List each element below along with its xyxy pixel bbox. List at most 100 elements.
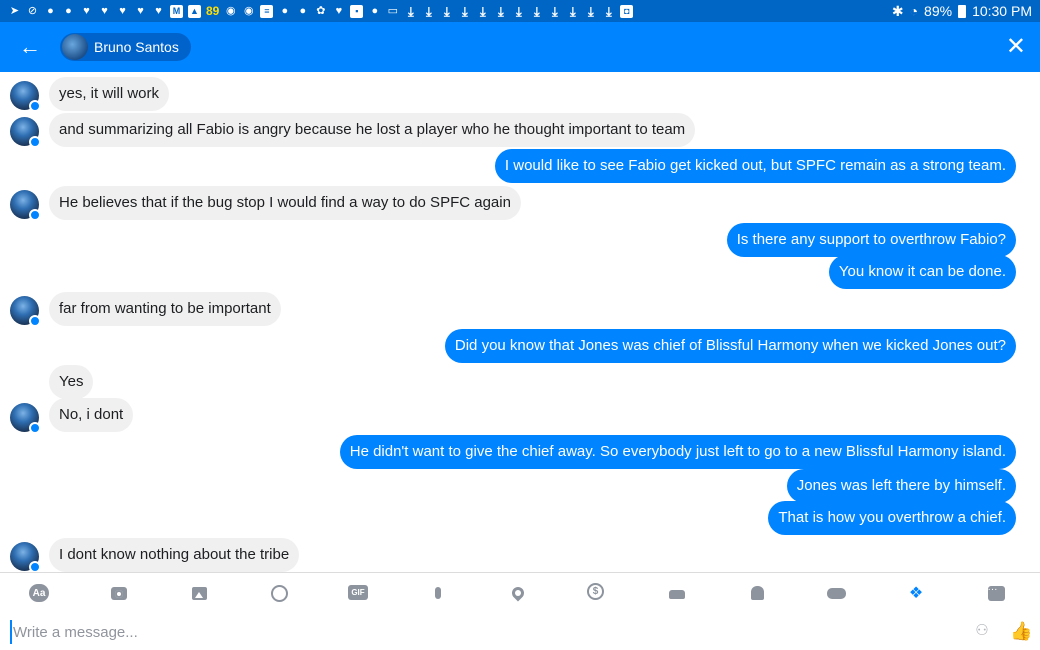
- wifi-icon: ◔: [909, 3, 919, 19]
- microphone-icon: [435, 587, 441, 599]
- avatar[interactable]: [10, 117, 41, 148]
- download-icon: ⤓: [551, 4, 558, 18]
- battery-percent: 89%: [924, 3, 953, 19]
- gif-icon[interactable]: GIF: [348, 585, 368, 600]
- camera-icon: [111, 586, 127, 600]
- image-icon: [191, 586, 207, 600]
- microphone-button[interactable]: [428, 583, 448, 603]
- incoming-message[interactable]: far from wanting to be important: [49, 292, 281, 326]
- location-icon: [509, 584, 527, 602]
- games-button[interactable]: [826, 583, 846, 603]
- image-button[interactable]: [189, 583, 209, 603]
- messenger-badge-icon: [29, 136, 41, 148]
- outgoing-message[interactable]: He didn't want to give the chief away. S…: [339, 435, 1016, 469]
- download-icon: ⤓: [479, 4, 486, 18]
- camera-notification-icon: ◘: [620, 4, 634, 18]
- incoming-message[interactable]: He believes that if the bug stop I would…: [49, 186, 521, 220]
- avatar[interactable]: [10, 542, 41, 572]
- outgoing-message[interactable]: That is how you overthrow a chief.: [768, 501, 1016, 535]
- messenger-badge-icon: [29, 422, 41, 434]
- avatar[interactable]: [10, 403, 41, 434]
- emoji-button[interactable]: [269, 583, 289, 603]
- chat-header: ← Bruno Santos ✕: [0, 22, 1040, 72]
- avatar[interactable]: [10, 81, 41, 112]
- chrome-icon: ◉: [226, 4, 236, 17]
- gallery-icon: ▲: [188, 4, 201, 18]
- close-button[interactable]: ✕: [1006, 34, 1026, 60]
- twitter-icon: ♥: [335, 4, 343, 17]
- incoming-message[interactable]: I dont know nothing about the tribe: [49, 538, 300, 572]
- more-icon: ···: [987, 584, 1005, 601]
- emoji-options-icon[interactable]: ⚇: [972, 621, 992, 641]
- like-icon[interactable]: 👍: [1010, 621, 1032, 641]
- message-list[interactable]: yes, it will work and summarizing all Fa…: [0, 72, 1040, 572]
- ride-icon: [669, 590, 685, 599]
- messenger-badge-icon: [29, 209, 41, 221]
- download-icon: ⤓: [443, 4, 450, 18]
- contact-avatar: [62, 34, 88, 60]
- download-icon: ⤓: [569, 4, 576, 18]
- download-icon: ⤓: [425, 4, 432, 18]
- twitter-icon: ♥: [155, 4, 162, 17]
- location-button[interactable]: [508, 583, 528, 603]
- download-icon: ⤓: [407, 4, 414, 18]
- download-icon: ⤓: [515, 4, 522, 18]
- navigation-icon: ➤: [9, 4, 20, 17]
- outgoing-message[interactable]: Did you know that Jones was chief of Bli…: [444, 329, 1016, 363]
- messenger-badge-icon: [29, 561, 41, 572]
- system-status: ✱ ◔ 89% 10:30 PM: [892, 3, 1032, 20]
- messenger-badge-icon: [29, 100, 41, 112]
- download-icon: ⤓: [533, 4, 540, 18]
- twitter-icon: ♥: [137, 4, 144, 17]
- incoming-message[interactable]: Yes: [49, 365, 94, 399]
- notification-count: 89: [206, 4, 220, 18]
- avatar[interactable]: [10, 296, 41, 327]
- notification-icons: ➤ ⊘ ● ● ♥ ♥ ♥ ♥ ♥ M ▲ 89 ◉ ◉ ≡ ● ● ✿ ♥ ▪…: [8, 4, 892, 18]
- clock: 10:30 PM: [972, 3, 1032, 19]
- avatar[interactable]: [10, 190, 41, 221]
- incoming-message[interactable]: No, i dont: [49, 398, 134, 432]
- incoming-message[interactable]: yes, it will work: [49, 77, 170, 111]
- battery-icon: [958, 4, 967, 18]
- chrome-icon: ◉: [244, 4, 254, 17]
- tag-icon: ▭: [387, 4, 399, 17]
- composer: ⚇ 👍: [0, 612, 1040, 650]
- download-icon: ⤓: [461, 4, 468, 18]
- outgoing-message[interactable]: Jones was left there by himself.: [786, 469, 1016, 503]
- download-icon: ⤓: [587, 4, 594, 18]
- camera-button[interactable]: [109, 583, 129, 603]
- payment-icon[interactable]: $: [587, 583, 604, 600]
- twitter-icon: ♥: [101, 4, 108, 17]
- messenger-app-icon: ●: [65, 4, 72, 17]
- telegram-icon: ●: [47, 4, 54, 17]
- dropbox-icon[interactable]: ❖: [906, 583, 926, 603]
- messenger-icon: ●: [281, 4, 289, 17]
- contact-pill[interactable]: Bruno Santos: [60, 33, 191, 61]
- outgoing-message[interactable]: You know it can be done.: [828, 255, 1016, 289]
- reminder-icon: [750, 586, 764, 600]
- contact-name: Bruno Santos: [94, 39, 179, 55]
- chat-icon: ●: [371, 4, 379, 17]
- more-button[interactable]: ···: [986, 583, 1006, 603]
- app-icon: ✿: [316, 4, 326, 17]
- arrow-left-icon: ←: [19, 34, 41, 59]
- outgoing-message[interactable]: I would like to see Fabio get kicked out…: [494, 149, 1016, 183]
- bluetooth-icon: ✱: [891, 2, 904, 19]
- emoji-icon: [270, 584, 288, 602]
- ride-button[interactable]: [667, 583, 687, 603]
- tablet-icon: ▪: [350, 4, 364, 18]
- status-bar: ➤ ⊘ ● ● ♥ ♥ ♥ ♥ ♥ M ▲ 89 ◉ ◉ ≡ ● ● ✿ ♥ ▪…: [0, 0, 1040, 22]
- message-input[interactable]: [10, 620, 910, 644]
- reminder-button[interactable]: [747, 583, 767, 603]
- news-icon: ≡: [260, 4, 274, 18]
- close-icon: ✕: [1005, 33, 1026, 60]
- outgoing-message[interactable]: Is there any support to overthrow Fabio?: [726, 223, 1016, 257]
- blocked-icon: ⊘: [27, 4, 38, 17]
- gmail-icon: M: [170, 4, 183, 18]
- sync-icon: ●: [299, 4, 307, 17]
- composer-toolbar: Aa GIF $ ❖ ···: [0, 572, 1040, 612]
- text-format-icon[interactable]: Aa: [29, 584, 49, 602]
- back-button[interactable]: ←: [0, 22, 60, 72]
- download-icon: ⤓: [605, 4, 612, 18]
- incoming-message[interactable]: and summarizing all Fabio is angry becau…: [49, 113, 696, 147]
